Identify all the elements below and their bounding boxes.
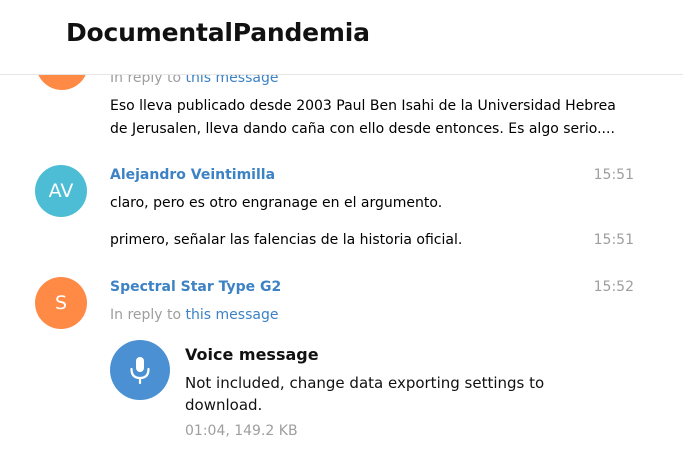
message-text: claro, pero es otro engranage en el argu… <box>110 195 443 211</box>
message-time: 15:51 <box>593 167 634 183</box>
message-time: 15:52 <box>593 279 634 295</box>
microphone-icon <box>130 357 150 385</box>
message-text-line: Eso lleva publicado desde 2003 Paul Ben … <box>110 98 616 114</box>
chat-header: DocumentalPandemia <box>0 0 683 75</box>
avatar[interactable]: S <box>35 277 87 329</box>
message-text: primero, señalar las falencias de la his… <box>110 232 463 248</box>
voice-play-button[interactable] <box>110 340 170 400</box>
reply-reference: In reply to this message <box>110 307 278 323</box>
message-text: Eso lleva publicado desde 2003 Paul Ben … <box>110 95 640 141</box>
avatar[interactable]: AV <box>35 165 87 217</box>
voice-message-title: Voice message <box>185 345 319 364</box>
message-time: 15:51 <box>593 232 634 248</box>
reply-prefix: In reply to <box>110 307 182 323</box>
sender-name[interactable]: Spectral Star Type G2 <box>110 279 281 295</box>
voice-message-description: Not included, change data exporting sett… <box>185 374 545 414</box>
voice-message-meta: 01:04, 149.2 KB <box>185 423 298 439</box>
chat-title: DocumentalPandemia <box>66 18 370 47</box>
message-text-line: de Jerusalen, lleva dando caña con ello … <box>110 121 615 137</box>
reply-link[interactable]: this message <box>186 307 279 323</box>
sender-name[interactable]: Alejandro Veintimilla <box>110 167 275 183</box>
